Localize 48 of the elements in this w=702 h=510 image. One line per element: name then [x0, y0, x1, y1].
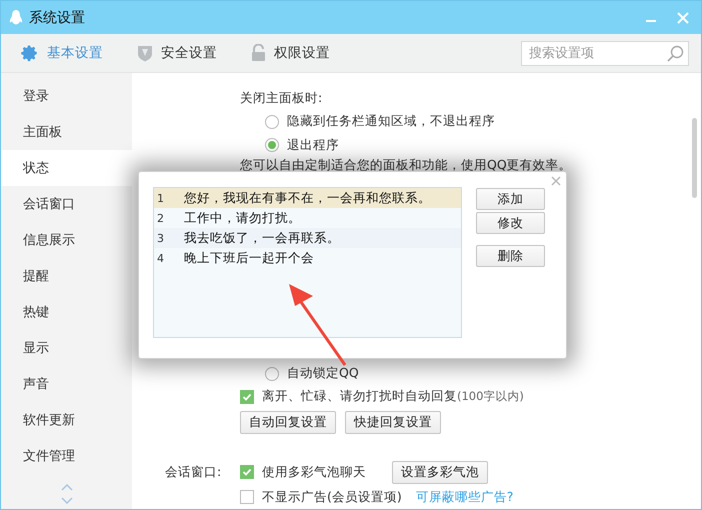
settings-button[interactable]: 自动回复设置 — [240, 411, 336, 434]
search-field[interactable]: 搜索设置项 — [521, 40, 689, 66]
option-label: 使用多彩气泡聊天 — [262, 464, 366, 481]
sidebar-item[interactable]: 软件更新 — [1, 402, 132, 438]
sidebar-item[interactable]: 登录 — [1, 78, 132, 114]
settings-tab[interactable]: 安全设置 — [137, 44, 217, 62]
settings-button[interactable]: 设置多彩气泡 — [392, 460, 488, 484]
radio-button[interactable] — [265, 366, 279, 380]
sidebar-item[interactable]: 文件管理 — [1, 438, 132, 474]
setting-label: 关闭主面板时: — [240, 90, 322, 108]
settings-button[interactable]: 快捷回复设置 — [345, 411, 441, 434]
lock-icon — [251, 44, 266, 62]
option-label: 离开、忙碌、请勿打扰时自动回复 — [262, 388, 457, 406]
dialog-button[interactable]: 添加 — [476, 188, 545, 210]
settings-tab[interactable]: 权限设置 — [251, 44, 330, 62]
window-title: 系统设置 — [29, 8, 86, 26]
sidebar-item[interactable]: 热键 — [1, 294, 132, 330]
reply-row[interactable]: 1 您好，我现在有事不在，一会再和您联系。 — [154, 188, 461, 208]
sidebar-item[interactable]: 显示 — [1, 330, 132, 366]
sidebar-item[interactable]: 主面板 — [1, 114, 132, 150]
gear-icon — [21, 44, 39, 62]
close-icon[interactable] — [551, 176, 561, 186]
option-label: 隐藏到任务栏通知区域，不退出程序 — [287, 113, 495, 130]
option-label: 自动锁定QQ — [287, 365, 359, 382]
search-icon[interactable] — [667, 44, 684, 62]
sidebar-item[interactable]: 信息展示 — [1, 222, 132, 258]
dialog-button[interactable]: 删除 — [476, 245, 545, 267]
shield-icon — [137, 44, 153, 62]
dialog-button[interactable]: 修改 — [476, 212, 545, 234]
option-label: 不显示广告(会员设置项) — [262, 488, 402, 506]
penguin-icon — [9, 8, 23, 26]
sidebar-item[interactable]: 提醒 — [1, 258, 132, 294]
reply-row[interactable]: 3 我去吃饭了，一会再联系。 — [154, 228, 461, 248]
hint-text: (100字以内) — [457, 389, 524, 404]
radio-button[interactable] — [265, 114, 279, 129]
sidebar-item[interactable]: 会话窗口 — [1, 186, 132, 222]
note-text: 您可以自由定制适合您的面板和功能，使用QQ更有效率。 — [240, 156, 572, 174]
scrollbar[interactable] — [692, 118, 697, 198]
setting-label: 会话窗口: — [165, 464, 222, 479]
scroll-up-icon[interactable] — [60, 484, 72, 491]
option-label: 退出程序 — [287, 136, 339, 154]
checkbox[interactable] — [240, 490, 254, 504]
radio-button[interactable] — [265, 138, 279, 152]
sidebar-item[interactable]: 声音 — [1, 366, 132, 402]
scroll-down-icon[interactable] — [60, 497, 72, 504]
checkbox[interactable] — [240, 465, 254, 480]
checkbox[interactable] — [240, 390, 254, 404]
sidebar-item[interactable]: 状态 — [1, 150, 132, 186]
